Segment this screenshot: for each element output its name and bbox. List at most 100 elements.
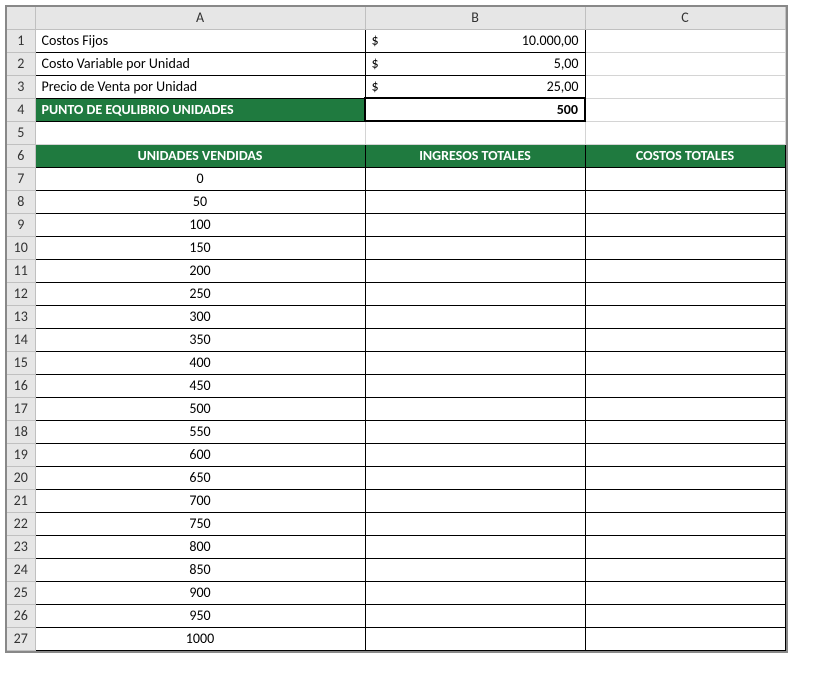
cell-B22[interactable] bbox=[365, 512, 585, 535]
cell-C20[interactable] bbox=[585, 466, 785, 489]
row-header-10[interactable]: 10 bbox=[7, 236, 35, 259]
cell-A10[interactable]: 150 bbox=[35, 236, 365, 259]
cell-C21[interactable] bbox=[585, 489, 785, 512]
row-header-5[interactable]: 5 bbox=[7, 121, 35, 144]
row-header-13[interactable]: 13 bbox=[7, 305, 35, 328]
cell-B14[interactable] bbox=[365, 328, 585, 351]
cell-A21[interactable]: 700 bbox=[35, 489, 365, 512]
cell-C9[interactable] bbox=[585, 213, 785, 236]
cell-A5[interactable] bbox=[35, 121, 365, 144]
cell-C19[interactable] bbox=[585, 443, 785, 466]
row-header-3[interactable]: 3 bbox=[7, 75, 35, 98]
cell-A7[interactable]: 0 bbox=[35, 167, 365, 190]
row-header-14[interactable]: 14 bbox=[7, 328, 35, 351]
row-header-23[interactable]: 23 bbox=[7, 535, 35, 558]
row-header-7[interactable]: 7 bbox=[7, 167, 35, 190]
select-all-corner[interactable] bbox=[7, 7, 35, 29]
cell-B17[interactable] bbox=[365, 397, 585, 420]
row-header-18[interactable]: 18 bbox=[7, 420, 35, 443]
cell-A22[interactable]: 750 bbox=[35, 512, 365, 535]
row-header-26[interactable]: 26 bbox=[7, 604, 35, 627]
row-header-17[interactable]: 17 bbox=[7, 397, 35, 420]
cell-C12[interactable] bbox=[585, 282, 785, 305]
col-header-B[interactable]: B bbox=[365, 7, 585, 29]
cell-A4[interactable]: PUNTO DE EQULIBRIO UNIDADES bbox=[35, 98, 365, 121]
cell-C3[interactable] bbox=[585, 75, 785, 98]
cell-B18[interactable] bbox=[365, 420, 585, 443]
row-header-15[interactable]: 15 bbox=[7, 351, 35, 374]
cell-B11[interactable] bbox=[365, 259, 585, 282]
row-header-19[interactable]: 19 bbox=[7, 443, 35, 466]
cell-A15[interactable]: 400 bbox=[35, 351, 365, 374]
cell-A24[interactable]: 850 bbox=[35, 558, 365, 581]
cell-B12[interactable] bbox=[365, 282, 585, 305]
cell-C17[interactable] bbox=[585, 397, 785, 420]
cell-B5[interactable] bbox=[365, 121, 585, 144]
cell-B27[interactable] bbox=[365, 627, 585, 650]
row-header-20[interactable]: 20 bbox=[7, 466, 35, 489]
cell-A6[interactable]: UNIDADES VENDIDAS bbox=[35, 144, 365, 167]
cell-B24[interactable] bbox=[365, 558, 585, 581]
cell-C18[interactable] bbox=[585, 420, 785, 443]
cell-B19[interactable] bbox=[365, 443, 585, 466]
row-header-12[interactable]: 12 bbox=[7, 282, 35, 305]
cell-B4[interactable]: 500 bbox=[365, 98, 585, 121]
cell-A9[interactable]: 100 bbox=[35, 213, 365, 236]
cell-A18[interactable]: 550 bbox=[35, 420, 365, 443]
cell-A14[interactable]: 350 bbox=[35, 328, 365, 351]
row-header-21[interactable]: 21 bbox=[7, 489, 35, 512]
row-header-8[interactable]: 8 bbox=[7, 190, 35, 213]
col-header-A[interactable]: A bbox=[35, 7, 365, 29]
row-header-2[interactable]: 2 bbox=[7, 52, 35, 75]
cell-A13[interactable]: 300 bbox=[35, 305, 365, 328]
row-header-6[interactable]: 6 bbox=[7, 144, 35, 167]
cell-A3[interactable]: Precio de Venta por Unidad bbox=[35, 75, 365, 98]
col-header-C[interactable]: C bbox=[585, 7, 785, 29]
cell-B6[interactable]: INGRESOS TOTALES bbox=[365, 144, 585, 167]
cell-B8[interactable] bbox=[365, 190, 585, 213]
row-header-1[interactable]: 1 bbox=[7, 29, 35, 52]
cell-B3[interactable]: $ 25,00 bbox=[365, 75, 585, 98]
cell-B13[interactable] bbox=[365, 305, 585, 328]
row-header-24[interactable]: 24 bbox=[7, 558, 35, 581]
cell-A1[interactable]: Costos Fijos bbox=[35, 29, 365, 52]
cell-B16[interactable] bbox=[365, 374, 585, 397]
cell-B21[interactable] bbox=[365, 489, 585, 512]
cell-C24[interactable] bbox=[585, 558, 785, 581]
cell-A19[interactable]: 600 bbox=[35, 443, 365, 466]
cell-C10[interactable] bbox=[585, 236, 785, 259]
row-header-27[interactable]: 27 bbox=[7, 627, 35, 650]
cell-B20[interactable] bbox=[365, 466, 585, 489]
cell-C1[interactable] bbox=[585, 29, 785, 52]
cell-A20[interactable]: 650 bbox=[35, 466, 365, 489]
cell-B25[interactable] bbox=[365, 581, 585, 604]
cell-C26[interactable] bbox=[585, 604, 785, 627]
cell-B10[interactable] bbox=[365, 236, 585, 259]
cell-A11[interactable]: 200 bbox=[35, 259, 365, 282]
cell-C4[interactable] bbox=[585, 98, 785, 121]
cell-C8[interactable] bbox=[585, 190, 785, 213]
cell-B1[interactable]: $ 10.000,00 bbox=[365, 29, 585, 52]
cell-C11[interactable] bbox=[585, 259, 785, 282]
cell-A25[interactable]: 900 bbox=[35, 581, 365, 604]
cell-C22[interactable] bbox=[585, 512, 785, 535]
row-header-25[interactable]: 25 bbox=[7, 581, 35, 604]
cell-A2[interactable]: Costo Variable por Unidad bbox=[35, 52, 365, 75]
cell-C23[interactable] bbox=[585, 535, 785, 558]
cell-C13[interactable] bbox=[585, 305, 785, 328]
row-header-22[interactable]: 22 bbox=[7, 512, 35, 535]
cell-C15[interactable] bbox=[585, 351, 785, 374]
cell-A17[interactable]: 500 bbox=[35, 397, 365, 420]
row-header-16[interactable]: 16 bbox=[7, 374, 35, 397]
cell-C7[interactable] bbox=[585, 167, 785, 190]
cell-B9[interactable] bbox=[365, 213, 585, 236]
cell-A8[interactable]: 50 bbox=[35, 190, 365, 213]
cell-B7[interactable] bbox=[365, 167, 585, 190]
cell-B2[interactable]: $ 5,00 bbox=[365, 52, 585, 75]
grid[interactable]: A B C 1 Costos Fijos $ 10.000,00 2 Costo… bbox=[7, 7, 786, 651]
cell-C5[interactable] bbox=[585, 121, 785, 144]
cell-C6[interactable]: COSTOS TOTALES bbox=[585, 144, 785, 167]
cell-C25[interactable] bbox=[585, 581, 785, 604]
cell-B15[interactable] bbox=[365, 351, 585, 374]
row-header-11[interactable]: 11 bbox=[7, 259, 35, 282]
